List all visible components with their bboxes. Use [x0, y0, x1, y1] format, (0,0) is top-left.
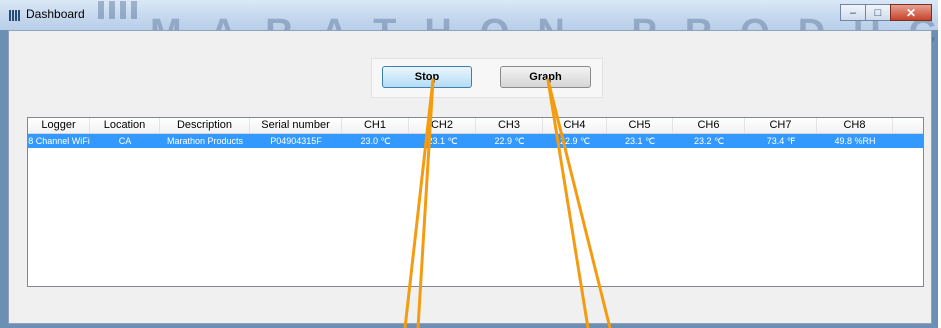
column-header-ch2[interactable]: CH2	[409, 118, 476, 133]
dashboard-window: MARATHON PRODUCTS INC Dashboard – □ ✕ St…	[0, 0, 941, 328]
table-cell: 8 Channel WiFi	[28, 136, 90, 146]
table-row[interactable]: 8 Channel WiFi CA Marathon Products P049043…	[28, 134, 923, 148]
column-header-ch4[interactable]: CH4	[543, 118, 607, 133]
table-cell: 23.0 ℃	[360, 136, 391, 146]
table-cell: Marathon Products	[166, 136, 244, 146]
graph-button[interactable]: Graph	[500, 66, 591, 88]
brand-bars-decoration	[98, 1, 142, 24]
column-header-description[interactable]: Description	[160, 118, 250, 133]
column-header-serial-number[interactable]: Serial number	[250, 118, 342, 133]
title-bar[interactable]: MARATHON PRODUCTS INC Dashboard – □ ✕	[0, 0, 941, 54]
table-header: Logger Location Description Serial number CH…	[28, 118, 923, 134]
table-cell: 22.9 ℃	[559, 136, 591, 146]
column-header-ch8[interactable]: CH8	[817, 118, 893, 133]
column-header-ch3[interactable]: CH3	[476, 118, 543, 133]
button-panel: Stop Graph	[371, 58, 603, 98]
window-title: Dashboard	[26, 7, 85, 21]
column-header-ch6[interactable]: CH6	[673, 118, 745, 133]
table-cell: 49.8 %RH	[834, 136, 876, 146]
app-logo-icon	[9, 8, 23, 21]
table-cell: 23.1 ℃	[427, 136, 458, 146]
maximize-button[interactable]: □	[865, 4, 891, 21]
table-cell: 23.1 ℃	[624, 136, 656, 146]
column-header-ch1[interactable]: CH1	[342, 118, 409, 133]
table-cell: P04904315F	[270, 136, 322, 146]
column-header-logger[interactable]: Logger	[28, 118, 90, 133]
close-button[interactable]: ✕	[890, 4, 932, 21]
table-cell: 22.9 ℃	[494, 136, 525, 146]
column-header-location[interactable]: Location	[90, 118, 160, 133]
column-header-ch5[interactable]: CH5	[607, 118, 673, 133]
table-cell: CA	[118, 136, 132, 146]
logger-table[interactable]: Logger Location Description Serial number CH…	[27, 117, 924, 287]
table-cell: 23.2 ℃	[693, 136, 725, 146]
window-controls: – □ ✕	[840, 4, 932, 22]
minimize-button[interactable]: –	[840, 4, 866, 21]
column-header-ch7[interactable]: CH7	[745, 118, 817, 133]
stop-button[interactable]: Stop	[382, 66, 472, 88]
table-cell: 73.4 ℉	[766, 136, 796, 146]
